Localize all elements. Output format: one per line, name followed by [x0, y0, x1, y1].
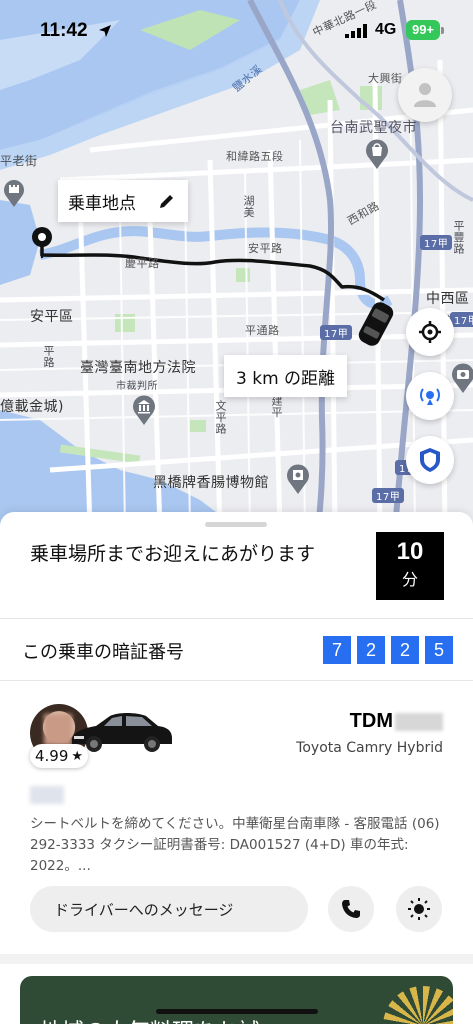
map-label: 大興街 — [368, 72, 403, 85]
promo-banner[interactable]: 地域の人気料理をお試 — [20, 976, 453, 1024]
distance-callout: 3 km の距離 — [224, 355, 348, 397]
shield-icon — [420, 448, 440, 472]
pin-digit: 5 — [425, 636, 453, 664]
safety-toolkit-button[interactable] — [406, 436, 454, 484]
map-label: 慶平路 — [125, 257, 160, 270]
pencil-icon[interactable] — [158, 192, 176, 210]
camera-icon[interactable] — [450, 362, 473, 394]
map-label: 台南武聖夜市 — [330, 120, 417, 136]
recenter-icon — [419, 321, 441, 343]
home-indicator[interactable] — [156, 1009, 318, 1014]
eta-message: 乗車場所までお迎えにあがります — [30, 543, 316, 565]
map-label: 和緯路五段 — [226, 150, 284, 163]
sun-icon — [408, 898, 430, 920]
shopping-bag-icon[interactable] — [364, 138, 390, 170]
recenter-button[interactable] — [406, 308, 454, 356]
highway-shield: 17甲 — [420, 235, 453, 250]
safety-radar-button[interactable] — [406, 372, 454, 420]
pin-code: 7 2 2 5 — [323, 636, 453, 664]
pin-digit: 7 — [323, 636, 351, 664]
pickup-callout-label: 乗車地点 — [68, 193, 136, 214]
pickup-location-callout[interactable]: 乗車地点 — [58, 180, 188, 222]
driver-name-redaction — [30, 786, 64, 804]
divider — [0, 618, 473, 619]
map-label: 文平路 — [214, 400, 227, 435]
map-label: 安平區 — [30, 309, 74, 325]
status-bar: 11:42 4G 99+ — [0, 0, 473, 54]
phone-icon — [342, 900, 360, 918]
eta-badge: 10 分 — [376, 532, 444, 600]
star-icon: ★ — [71, 748, 84, 764]
license-plate: TDM — [349, 710, 393, 732]
map-label: 黑橋牌香腸博物館 — [153, 475, 269, 491]
eta-minutes: 10 — [396, 538, 424, 565]
profile-button[interactable] — [398, 68, 452, 122]
map-label: 億載金城) — [0, 399, 64, 415]
rating-value: 4.99 — [34, 747, 69, 765]
map-label: 臺灣臺南地方法院 — [80, 360, 196, 376]
map-label: 市裁判所 — [116, 381, 158, 392]
driver-notice[interactable]: シートベルトを締めてください。中華衛星台南車隊 - 客服電話 (06) 292-… — [30, 814, 445, 877]
map-label: 平老街 — [0, 154, 38, 168]
beacon-button[interactable] — [396, 886, 442, 932]
map-label: 平豐路 — [452, 220, 465, 255]
message-driver-button[interactable]: ドライバーへのメッセージ — [30, 886, 308, 932]
highway-shield: 17甲 — [372, 488, 405, 503]
driver-rating: 4.99 ★ — [30, 744, 88, 768]
pickup-pin-icon — [32, 227, 52, 258]
museum-icon[interactable] — [285, 463, 311, 495]
bank-icon[interactable] — [131, 394, 157, 426]
promo-decoration — [383, 986, 453, 1024]
map-label: 安平路 — [248, 242, 283, 255]
map-label: 湖美 — [242, 195, 255, 218]
pin-label: この乗車の暗証番号 — [22, 642, 184, 663]
sheet-drag-handle[interactable] — [205, 522, 267, 527]
map-label: 中西區 — [426, 291, 470, 307]
network-type: 4G — [375, 21, 397, 38]
eta-unit: 分 — [401, 570, 418, 589]
castle-icon[interactable] — [2, 178, 26, 208]
divider — [0, 680, 473, 681]
cellular-signal-icon — [345, 24, 367, 38]
plate-redaction — [395, 713, 443, 731]
pin-digit: 2 — [357, 636, 385, 664]
map-label: 平路 — [42, 345, 55, 368]
safety-radar-icon — [420, 388, 440, 405]
pin-digit: 2 — [391, 636, 419, 664]
battery-indicator: 99+ — [406, 20, 444, 40]
map-view[interactable]: 平老街 安平區 臺灣臺南地方法院 市裁判所 億載金城) 黑橋牌香腸博物館 台南武… — [0, 0, 473, 530]
promo-text: 地域の人気料理をお試 — [40, 1014, 260, 1024]
section-divider — [0, 954, 473, 964]
map-label: 建平 — [270, 395, 283, 418]
distance-callout-label: 3 km の距離 — [236, 368, 336, 389]
call-driver-button[interactable] — [328, 886, 374, 932]
map-label: 平通路 — [245, 324, 280, 337]
highway-shield: 17甲 — [450, 312, 473, 327]
status-time: 11:42 — [40, 20, 88, 41]
profile-icon — [414, 83, 436, 107]
car-model: Toyota Camry Hybrid — [296, 740, 443, 756]
highway-shield: 17甲 — [320, 325, 353, 340]
location-arrow-icon — [99, 25, 111, 37]
trip-bottom-sheet[interactable]: 乗車場所までお迎えにあがります 10 分 この乗車の暗証番号 7 2 2 5 4… — [0, 512, 473, 1024]
message-driver-label: ドライバーへのメッセージ — [54, 900, 234, 919]
